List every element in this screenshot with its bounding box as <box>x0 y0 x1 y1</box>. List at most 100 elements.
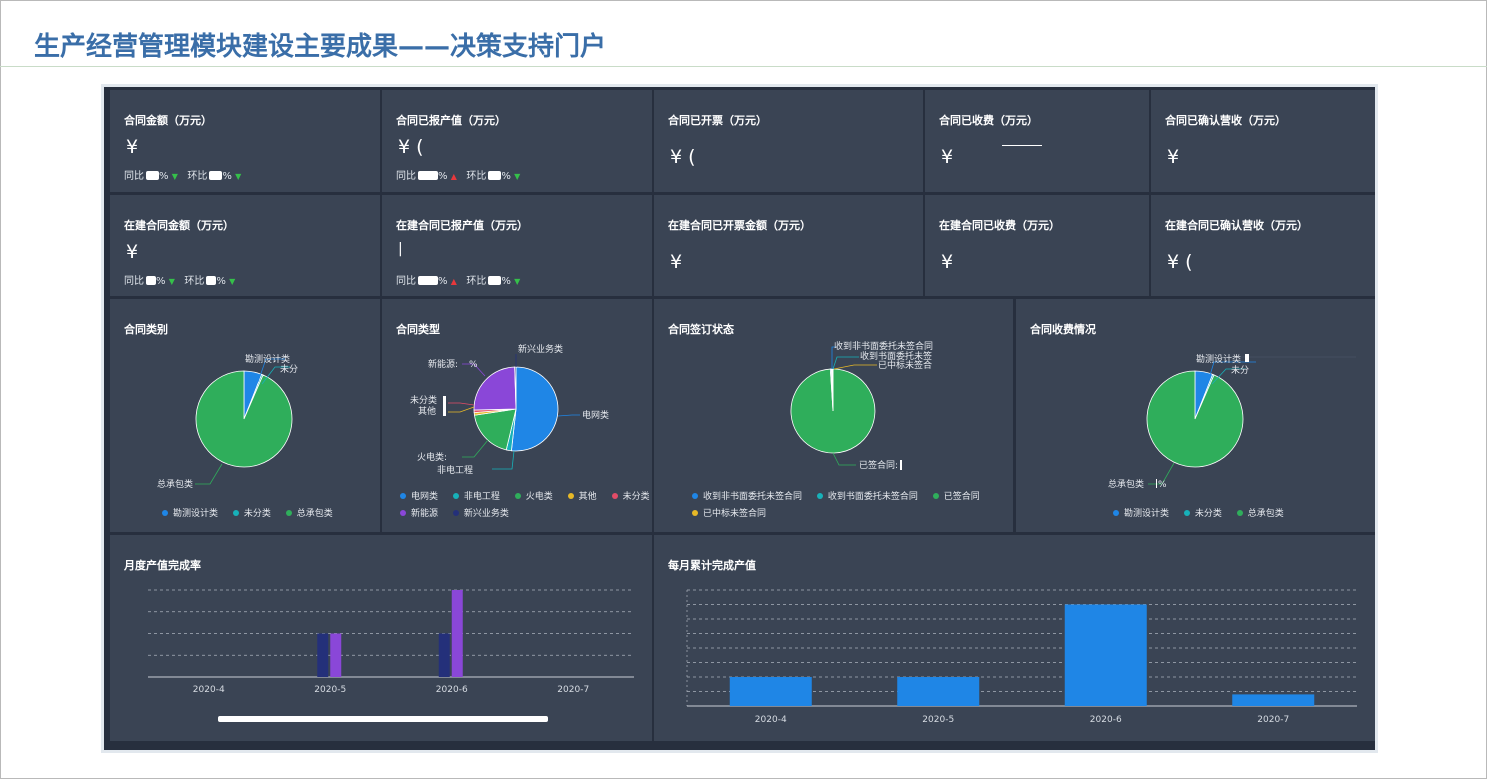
kpi-value: ¥ <box>1167 146 1180 168</box>
legend-dot <box>452 493 459 499</box>
kpi-card-ongoing-amount[interactable]: 在建合同金额（万元） ¥ 同比% ▼ 环比% ▼ <box>110 195 380 296</box>
pie-slice-新能源[interactable] <box>473 366 517 411</box>
mom-label: 环比 <box>466 276 487 287</box>
chart-fee-status: 合同收费情况 勘测设计类 未分 总承包类 % 勘测设计类 未分类 总承包类 <box>1016 299 1375 532</box>
legend-label: 已签合同 <box>943 492 980 502</box>
pie-slice-电网类[interactable] <box>510 366 559 452</box>
kpi-value: ¥ <box>126 136 139 158</box>
x-tick-label: 2020-5 <box>922 715 954 725</box>
kpi-title: 合同已确认营收（万元） <box>1165 114 1286 127</box>
slice-label: % <box>469 360 478 370</box>
kpi-value: ¥ ( <box>398 136 424 158</box>
mom-label: 环比 <box>466 171 487 182</box>
kpi-card-revenue[interactable]: 合同已确认营收（万元） ¥ <box>1151 90 1375 192</box>
masked-region <box>218 716 548 722</box>
slice-label: 新能源: <box>428 358 458 370</box>
bar[interactable] <box>330 633 342 678</box>
legend-label: 勘测设计类 <box>1124 509 1170 519</box>
slice-label: 勘测设计类 <box>245 353 290 365</box>
legend-item[interactable]: 电网类 <box>400 492 438 502</box>
kpi-title: 合同已开票（万元） <box>668 114 767 127</box>
leader-line <box>462 439 489 458</box>
legend-item[interactable]: 收到非书面委托未签合同 <box>692 492 802 502</box>
pie-slice-总承包类[interactable] <box>1146 370 1244 468</box>
mom-label: 环比 <box>184 276 205 287</box>
legend-dot <box>932 493 939 499</box>
kpi-card-invoiced[interactable]: 合同已开票（万元） ¥ ( <box>654 90 923 192</box>
yoy-label: 同比 <box>396 171 416 182</box>
legend-item[interactable]: 非电工程 <box>452 492 500 502</box>
legend-dot <box>692 493 698 499</box>
masked-value <box>488 171 502 180</box>
legend-item[interactable]: 收到书面委托未签合同 <box>816 492 918 502</box>
leader-line <box>448 402 475 406</box>
slice-label: 火电类: <box>417 451 447 463</box>
yoy-unit: % <box>438 276 448 287</box>
leader-line <box>832 452 856 466</box>
yoy-unit: % <box>159 171 169 182</box>
legend-label: 其他 <box>578 492 597 502</box>
mom-unit: % <box>222 171 232 182</box>
kpi-card-reported-output[interactable]: 合同已报产值（万元） ¥ ( 同比% ▲ 环比% ▼ <box>382 90 652 192</box>
kpi-card-ongoing-output[interactable]: 在建合同已报产值（万元） | 同比% ▲ 环比% ▼ <box>382 195 652 296</box>
pie-slice-总承包类[interactable] <box>195 370 293 468</box>
bar[interactable] <box>317 633 329 678</box>
chart-legend-row2: 新能源 新兴业务类 <box>400 506 521 519</box>
bar[interactable] <box>1232 694 1315 706</box>
legend-item[interactable]: 新兴业务类 <box>452 509 509 519</box>
masked-value <box>900 460 902 470</box>
legend-item[interactable]: 勘测设计类 <box>162 509 218 519</box>
legend-dot <box>692 510 698 516</box>
bar[interactable] <box>438 633 450 678</box>
bar[interactable] <box>729 677 812 706</box>
trend-down-icon: ▼ <box>514 277 521 286</box>
x-tick-label: 2020-7 <box>1257 715 1289 725</box>
slice-label: 未分 <box>280 363 298 375</box>
mom-unit: % <box>216 276 226 287</box>
kpi-card-collected[interactable]: 合同已收费（万元） ¥ <box>925 90 1149 192</box>
trend-down-icon: ▼ <box>229 277 236 286</box>
x-tick-label: 2020-4 <box>193 685 225 695</box>
legend-dot <box>514 493 521 499</box>
pie-chart: 勘测设计类 未分 总承包类 <box>157 353 298 490</box>
masked-value <box>146 276 156 285</box>
bar[interactable] <box>897 677 980 706</box>
slice-label: % <box>1158 480 1167 490</box>
legend-dot <box>232 510 239 516</box>
legend-item[interactable]: 未分类 <box>232 509 271 519</box>
legend-item[interactable]: 其他 <box>567 492 597 502</box>
kpi-card-ongoing-revenue[interactable]: 在建合同已确认营收（万元） ¥ ( <box>1151 195 1375 296</box>
bar-chart: 2020-4 2020-5 2020-6 2020-7 <box>148 589 634 695</box>
legend-item[interactable]: 已中标未签合同 <box>692 509 766 519</box>
pie-chart: 勘测设计类 未分 总承包类 % <box>1108 353 1356 490</box>
x-tick-label: 2020-5 <box>314 685 346 695</box>
legend-label: 未分类 <box>622 492 650 502</box>
slice-label: 非电工程 <box>437 464 473 476</box>
legend-item[interactable]: 总承包类 <box>285 509 333 519</box>
masked-value <box>206 276 217 285</box>
legend-dot <box>1183 510 1190 516</box>
trend-down-icon: ▼ <box>235 172 242 181</box>
kpi-card-ongoing-invoiced[interactable]: 在建合同已开票金额（万元） ¥ <box>654 195 923 296</box>
bar[interactable] <box>451 590 463 677</box>
legend-label: 新兴业务类 <box>463 509 509 519</box>
legend-item[interactable]: 新能源 <box>400 509 438 519</box>
legend-item[interactable]: 已签合同 <box>932 492 980 502</box>
legend-item[interactable]: 勘测设计类 <box>1113 509 1169 519</box>
legend-item[interactable]: 未分类 <box>1183 509 1222 519</box>
x-tick-label: 2020-6 <box>436 685 468 695</box>
kpi-card-ongoing-collected[interactable]: 在建合同已收费（万元） ¥ <box>925 195 1149 296</box>
slice-label: 总承包类 <box>1108 478 1144 490</box>
legend-item[interactable]: 火电类 <box>514 492 553 502</box>
yoy-unit: % <box>156 276 166 287</box>
kpi-value: ¥ ( <box>670 146 696 168</box>
yoy-label: 同比 <box>124 171 144 182</box>
legend-item[interactable]: 未分类 <box>611 492 650 502</box>
bar[interactable] <box>1064 604 1147 707</box>
legend-item[interactable]: 总承包类 <box>1236 509 1284 519</box>
leader-line <box>557 414 580 417</box>
kpi-card-contract-amount[interactable]: 合同金额（万元） ¥ 同比% ▼ 环比% ▼ <box>110 90 380 192</box>
mom-unit: % <box>501 171 511 182</box>
trend-down-icon: ▼ <box>514 172 521 181</box>
mom-unit: % <box>501 276 511 287</box>
